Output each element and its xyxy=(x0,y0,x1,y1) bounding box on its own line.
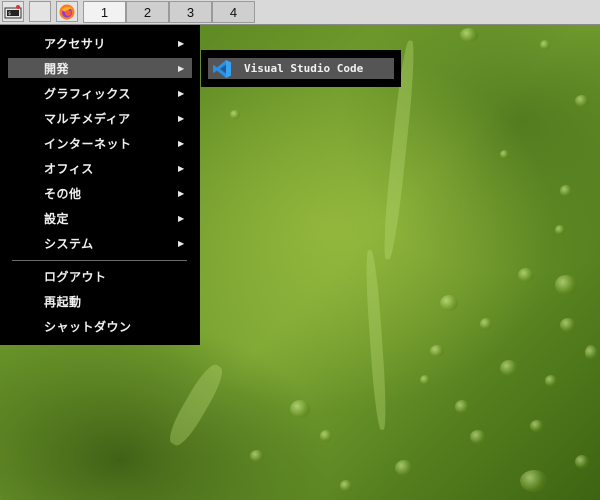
water-drop xyxy=(518,268,534,282)
submenu-arrow-icon: ▶ xyxy=(178,213,185,223)
water-drop xyxy=(320,430,332,442)
menu-item-label: マルチメディア xyxy=(44,111,131,126)
taskbar: $_ 1 2 3 4 xyxy=(0,0,600,25)
menu-item-label: 設定 xyxy=(44,211,70,226)
water-drop xyxy=(290,400,310,418)
menu-item-graphics[interactable]: グラフィックス ▶ xyxy=(8,83,192,103)
menu-item-system[interactable]: システム ▶ xyxy=(8,233,192,253)
blank-launcher[interactable] xyxy=(29,1,51,22)
menu-item-label: Visual Studio Code xyxy=(244,62,364,75)
water-drop xyxy=(460,28,478,42)
water-drop xyxy=(395,460,413,476)
menu-item-other[interactable]: その他 ▶ xyxy=(8,183,192,203)
water-drop xyxy=(520,470,548,492)
menu-item-logout[interactable]: ログアウト xyxy=(8,266,192,286)
water-drop xyxy=(430,345,444,357)
menu-item-reboot[interactable]: 再起動 xyxy=(8,291,192,311)
water-drop xyxy=(440,295,458,311)
menu-item-internet[interactable]: インターネット ▶ xyxy=(8,133,192,153)
submenu-arrow-icon: ▶ xyxy=(178,188,185,198)
water-drop xyxy=(555,225,565,235)
submenu-arrow-icon: ▶ xyxy=(178,88,185,98)
application-menu: アクセサリ ▶ 開発 ▶ グラフィックス ▶ マルチメディア ▶ インターネット… xyxy=(0,25,200,345)
menu-item-label: シャットダウン xyxy=(44,319,132,334)
water-drop xyxy=(250,450,264,462)
terminal-launcher[interactable]: $_ xyxy=(2,1,24,22)
menu-item-label: インターネット xyxy=(44,136,132,151)
workspace-1[interactable]: 1 xyxy=(83,1,126,23)
firefox-icon xyxy=(59,4,75,19)
water-streak xyxy=(163,360,229,450)
vscode-icon xyxy=(212,58,234,79)
submenu-arrow-icon: ▶ xyxy=(178,138,185,148)
menu-item-office[interactable]: オフィス ▶ xyxy=(8,158,192,178)
menu-item-label: グラフィックス xyxy=(44,86,131,101)
menu-item-label: 開発 xyxy=(44,61,70,76)
water-drop xyxy=(540,40,550,50)
menu-item-label: アクセサリ xyxy=(44,36,106,51)
menu-item-accessories[interactable]: アクセサリ ▶ xyxy=(8,33,192,53)
submenu-arrow-icon: ▶ xyxy=(178,113,185,123)
menu-item-visual-studio-code[interactable]: Visual Studio Code xyxy=(208,58,394,79)
workspace-3[interactable]: 3 xyxy=(169,1,212,23)
water-drop xyxy=(585,345,597,361)
workspace-4[interactable]: 4 xyxy=(212,1,255,23)
submenu-arrow-icon: ▶ xyxy=(178,163,185,173)
water-drop xyxy=(230,110,240,119)
terminal-icon: $_ xyxy=(4,4,22,18)
water-drop xyxy=(575,95,589,107)
menu-item-label: 再起動 xyxy=(44,294,82,309)
water-drop xyxy=(560,185,572,197)
menu-item-label: その他 xyxy=(44,186,82,201)
water-drop xyxy=(470,430,486,444)
workspace-2[interactable]: 2 xyxy=(126,1,169,23)
firefox-launcher[interactable] xyxy=(56,1,78,22)
water-drop xyxy=(555,275,577,295)
menu-item-settings[interactable]: 設定 ▶ xyxy=(8,208,192,228)
water-drop xyxy=(500,150,509,159)
water-drop xyxy=(340,480,352,492)
menu-item-label: システム xyxy=(44,236,94,251)
submenu-arrow-icon: ▶ xyxy=(178,63,185,73)
menu-item-shutdown[interactable]: シャットダウン xyxy=(8,316,192,336)
svg-text:$_: $_ xyxy=(8,11,15,17)
menu-item-label: オフィス xyxy=(44,161,94,176)
submenu-arrow-icon: ▶ xyxy=(178,238,185,248)
menu-item-multimedia[interactable]: マルチメディア ▶ xyxy=(8,108,192,128)
water-drop xyxy=(455,400,469,414)
menu-item-development[interactable]: 開発 ▶ xyxy=(8,58,192,78)
submenu-arrow-icon: ▶ xyxy=(178,38,185,48)
menu-separator xyxy=(12,260,187,261)
water-drop xyxy=(530,420,544,432)
menu-item-label: ログアウト xyxy=(44,269,107,284)
water-streak xyxy=(363,249,389,431)
water-drop xyxy=(420,375,430,385)
desktop-wallpaper: $_ 1 2 3 4 アクセサリ ▶ 開発 ▶ グラフィックス ▶ マルチメディ… xyxy=(0,0,600,500)
water-drop xyxy=(500,360,518,376)
water-drop xyxy=(560,318,576,332)
water-drop xyxy=(480,318,492,330)
water-drop xyxy=(545,375,557,387)
development-submenu: Visual Studio Code xyxy=(201,50,401,87)
water-drop xyxy=(575,455,589,469)
